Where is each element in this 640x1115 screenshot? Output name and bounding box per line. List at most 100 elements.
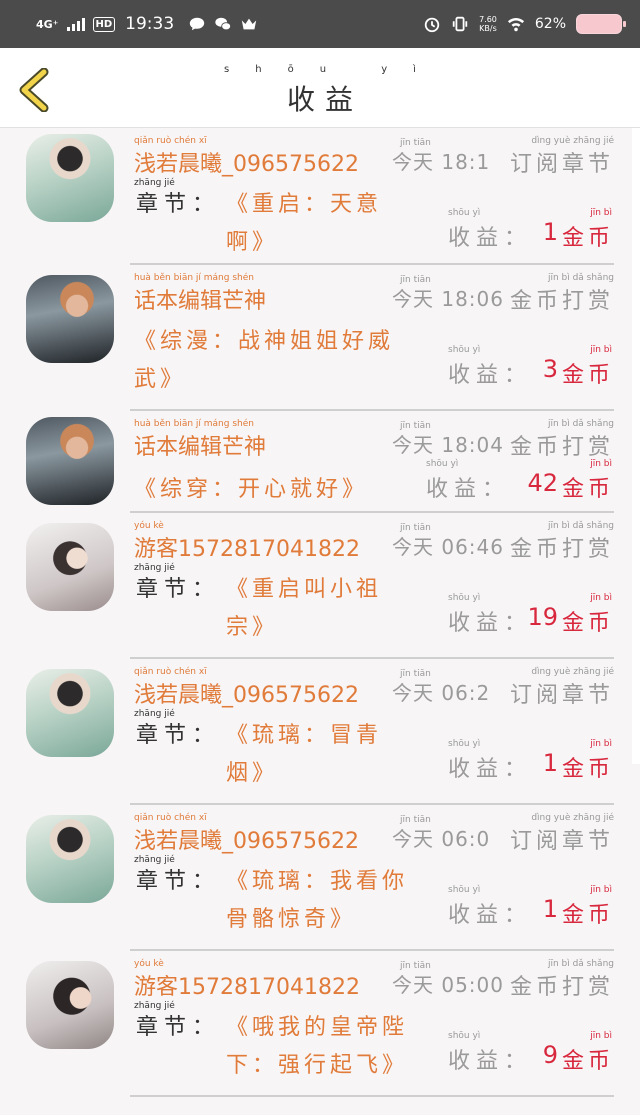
- battery-icon: [576, 14, 626, 34]
- income-label: 收益：: [448, 611, 533, 636]
- avatar[interactable]: [26, 134, 114, 222]
- income-pinyin: shōu yì: [426, 459, 459, 469]
- avatar[interactable]: [26, 523, 114, 611]
- coin-label: 金币: [561, 903, 614, 928]
- coin-label: 金币: [561, 1049, 614, 1074]
- user-pinyin: qiǎn ruò chén xī: [134, 136, 207, 146]
- record-type: 金币打赏: [509, 537, 614, 562]
- user-name: 浅若晨曦_096575622: [134, 152, 359, 177]
- record-content: huà běn biān jí máng shén 话本编辑芒神 jīn tiān 今…: [130, 265, 614, 411]
- record-type: 订阅章节: [509, 829, 614, 854]
- avatar[interactable]: [26, 417, 114, 505]
- user-pinyin: yóu kè: [134, 959, 164, 969]
- income-amount: 3: [542, 355, 558, 383]
- income-record[interactable]: qiǎn ruò chén xī 浅若晨曦_096575622 jīn tiān 今天…: [22, 659, 620, 805]
- user-name: 浅若晨曦_096575622: [134, 683, 359, 708]
- chapter-label: 章节：: [136, 192, 221, 217]
- signal-icon: [66, 17, 85, 31]
- income-label: 收益：: [448, 1049, 533, 1074]
- income-record[interactable]: huà běn biān jí máng shén 话本编辑芒神 jīn tiān 今…: [22, 411, 620, 513]
- chapter-title: 《综穿：开心就好》: [134, 477, 369, 502]
- income-list: qiǎn ruò chén xī 浅若晨曦_096575622 jīn tiān 今天…: [22, 128, 620, 1097]
- network-speed: 7.60 KB/s: [479, 15, 497, 33]
- scrollbar[interactable]: [632, 128, 640, 764]
- income-record[interactable]: huà běn biān jí máng shén 话本编辑芒神 jīn tiān 今…: [22, 265, 620, 411]
- avatar-image: [26, 134, 114, 222]
- income-amount: 1: [542, 218, 558, 246]
- coin-label: 金币: [561, 363, 614, 388]
- avatar-image: [26, 275, 114, 363]
- income-pinyin: shōu yì: [448, 345, 481, 355]
- coin-pinyin: jīn bì: [590, 1031, 612, 1041]
- coin-pinyin: jīn bì: [590, 593, 612, 603]
- chapter-label: 章节：: [136, 869, 221, 894]
- record-time: 今天 18:04: [392, 433, 504, 457]
- income-label: 收益：: [448, 226, 533, 251]
- chapter-title: 《琉璃：我看你骨骼惊奇》: [226, 869, 409, 932]
- income-record[interactable]: qiǎn ruò chén xī 浅若晨曦_096575622 jīn tiān 今天…: [22, 805, 620, 951]
- coin-label: 金币: [561, 757, 614, 782]
- income-amount: 19: [527, 603, 558, 631]
- user-name: 话本编辑芒神: [134, 435, 267, 460]
- income-label: 收益：: [448, 363, 533, 388]
- type-pinyin: jīn bì dǎ shǎng: [547, 419, 614, 429]
- record-type: 金币打赏: [509, 975, 614, 1000]
- user-name: 话本编辑芒神: [134, 289, 267, 314]
- income-amount: 1: [542, 749, 558, 777]
- record-type: 订阅章节: [509, 152, 614, 177]
- avatar-image: [26, 815, 114, 903]
- avatar[interactable]: [26, 815, 114, 903]
- income-pinyin: shōu yì: [448, 208, 481, 218]
- income-label: 收益：: [448, 757, 533, 782]
- avatar[interactable]: [26, 275, 114, 363]
- avatar[interactable]: [26, 961, 114, 1049]
- record-type: 金币打赏: [509, 289, 614, 314]
- vibrate-icon: [452, 16, 468, 32]
- chapter-label: 章节：: [136, 723, 221, 748]
- alarm-icon: [424, 17, 440, 33]
- coin-label: 金币: [561, 611, 614, 636]
- income-record[interactable]: yóu kè 游客1572817041822 jīn tiān 今天 05:00 jīn…: [22, 951, 620, 1097]
- chapter-title: 《重启：天意啊》: [226, 192, 383, 255]
- record-type: 订阅章节: [509, 683, 614, 708]
- income-record[interactable]: qiǎn ruò chén xī 浅若晨曦_096575622 jīn tiān 今天…: [22, 128, 620, 265]
- wechat-icon: [215, 17, 232, 31]
- record-time: 今天 18:1: [392, 150, 491, 174]
- record-content: yóu kè 游客1572817041822 jīn tiān 今天 06:46 jīn…: [130, 513, 614, 659]
- record-content: huà běn biān jí máng shén 话本编辑芒神 jīn tiān 今…: [130, 411, 614, 513]
- income-amount: 42: [527, 469, 558, 497]
- type-pinyin: jīn bì dǎ shǎng: [547, 959, 614, 969]
- avatar-image: [26, 417, 114, 505]
- record-type: 金币打赏: [509, 435, 614, 460]
- coin-pinyin: jīn bì: [590, 208, 612, 218]
- income-record[interactable]: yóu kè 游客1572817041822 jīn tiān 今天 06:46 jīn…: [22, 513, 620, 659]
- coin-label: 金币: [561, 477, 614, 502]
- crown-icon: [241, 18, 257, 30]
- user-name: 浅若晨曦_096575622: [134, 829, 359, 854]
- record-content: qiǎn ruò chén xī 浅若晨曦_096575622 jīn tiān 今天…: [130, 659, 614, 805]
- network-type: 4G⁺: [36, 17, 59, 31]
- hd-badge: HD: [92, 16, 116, 32]
- record-content: qiǎn ruò chén xī 浅若晨曦_096575622 jīn tiān 今天…: [130, 805, 614, 951]
- type-pinyin: jīn bì dǎ shǎng: [547, 521, 614, 531]
- record-time: 今天 18:06: [392, 287, 504, 311]
- status-bar: 4G⁺ HD 19:33 7.60 KB/s 62%: [0, 0, 640, 48]
- user-pinyin: qiǎn ruò chén xī: [134, 667, 207, 677]
- chapter-title: 《重启叫小祖宗》: [226, 577, 383, 640]
- type-pinyin: jīn bì dǎ shǎng: [547, 273, 614, 283]
- record-content: qiǎn ruò chén xī 浅若晨曦_096575622 jīn tiān 今天…: [130, 128, 614, 265]
- coin-pinyin: jīn bì: [590, 345, 612, 355]
- avatar[interactable]: [26, 669, 114, 757]
- page-title: 收益: [286, 83, 363, 116]
- user-pinyin: huà běn biān jí máng shén: [134, 419, 254, 429]
- record-time: 今天 06:0: [392, 827, 491, 851]
- income-pinyin: shōu yì: [448, 593, 481, 603]
- chapter-label: 章节：: [136, 577, 221, 602]
- income-pinyin: shōu yì: [448, 1031, 481, 1041]
- chapter-label: 章节：: [136, 1015, 221, 1040]
- chat-bubble-icon: [189, 17, 205, 31]
- type-pinyin: dìng yuè zhāng jié: [531, 813, 614, 823]
- income-pinyin: shōu yì: [448, 739, 481, 749]
- income-label: 收益：: [426, 477, 511, 502]
- record-time: 今天 05:00: [392, 973, 504, 997]
